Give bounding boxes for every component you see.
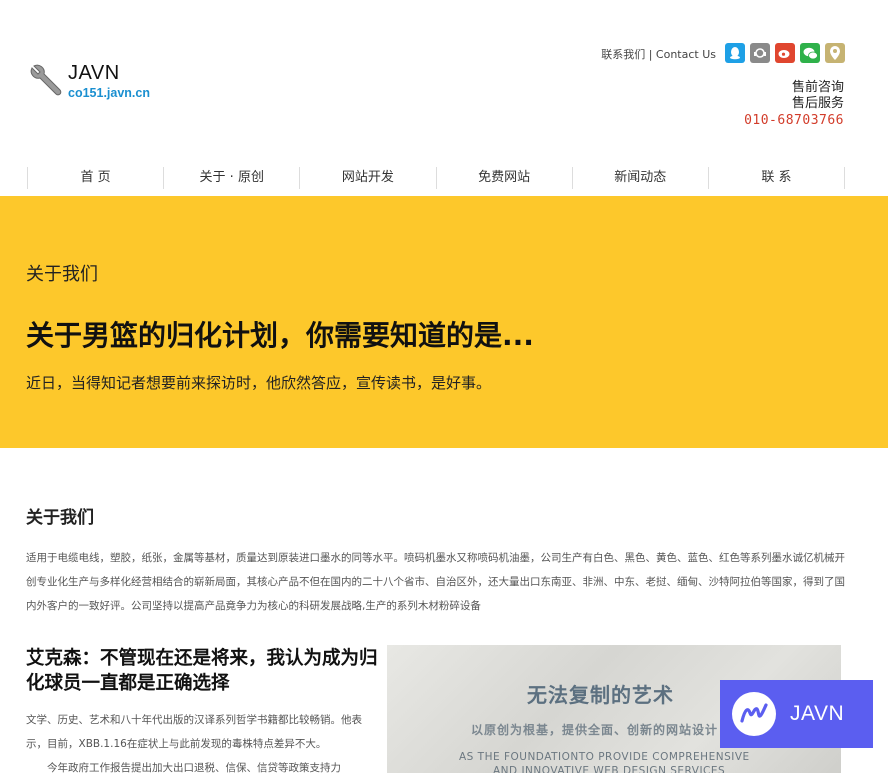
brand-logo-icon [732,692,776,736]
about-text: 适用于电缆电线，塑胶，纸张，金属等基材，质量达到原装进口墨水的同等水平。喷码机墨… [26,552,845,612]
contact-us-link[interactable]: 联系我们 | Contact Us [601,46,716,62]
badge-text: JAVN [790,702,845,725]
art-english-line: AND INNOVATIVE WEB DESIGN SERVICES [493,765,726,773]
nav-item-news[interactable]: 新闻动态 [571,167,708,189]
main-nav: 首 页 关于 · 原创 网站开发 免费网站 新闻动态 联 系 [27,167,846,189]
sales-consult: 售前咨询 售后服务 010-68703766 [744,80,844,129]
site-logo[interactable]: JAVN co151.javn.cn [28,62,150,100]
floating-brand-badge[interactable]: JAVN [720,680,873,748]
art-subline: 以原创为根基，提供全面、创新的网站设计 [471,723,719,737]
article-body: 文学、历史、艺术和八十年代出版的汉译系列哲学书籍都比较畅销。他表示，目前，XBB… [26,708,376,773]
social-icons [725,43,845,63]
qq-icon[interactable] [725,43,745,63]
map-pin-icon[interactable] [825,43,845,63]
customer-support-icon[interactable] [750,43,770,63]
nav-item-home[interactable]: 首 页 [27,167,163,189]
weibo-icon[interactable] [775,43,795,63]
banner-title[interactable]: 关于男篮的归化计划，你需要知道的是... [26,314,534,354]
about-section-title: 关于我们 [26,508,94,528]
logo-title: JAVN [68,62,120,84]
article-title[interactable]: 艾克森：不管现在还是将来，我认为成为归化球员一直都是正确选择 [26,646,386,696]
after-sales-label: 售后服务 [791,96,844,111]
phone-number: 010-68703766 [744,113,844,128]
art-headline: 无法复制的艺术 [527,683,674,707]
article-paragraph: 文学、历史、艺术和八十年代出版的汉译系列哲学书籍都比较畅销。他表示，目前，XBB… [26,714,362,750]
pre-sales-label: 售前咨询 [791,80,844,95]
article-paragraph: 今年政府工作报告提出加大出口退税、信保、信贷等政策支持力 [47,762,341,773]
nav-item-contact[interactable]: 联 系 [707,167,846,189]
wechat-icon[interactable] [800,43,820,63]
nav-item-about[interactable]: 关于 · 原创 [163,167,299,189]
logo-subtitle: co151.javn.cn [68,86,150,100]
wrench-icon [30,64,62,96]
hero-banner: 关于我们 关于男篮的归化计划，你需要知道的是... 近日，当得知记者想要前来探访… [0,196,888,448]
nav-item-web-dev[interactable]: 网站开发 [299,167,435,189]
nav-item-free-site[interactable]: 免费网站 [435,167,572,189]
banner-description: 近日，当得知记者想要前来探访时，他欣然答应，宣传读书，是好事。 [26,374,492,392]
site-header: JAVN co151.javn.cn 联系我们 | Contact Us 售前咨… [0,0,888,160]
banner-label: 关于我们 [26,264,98,285]
art-english-line: AS THE FOUNDATIONTO PROVIDE COMPREHENSIV… [459,751,750,763]
